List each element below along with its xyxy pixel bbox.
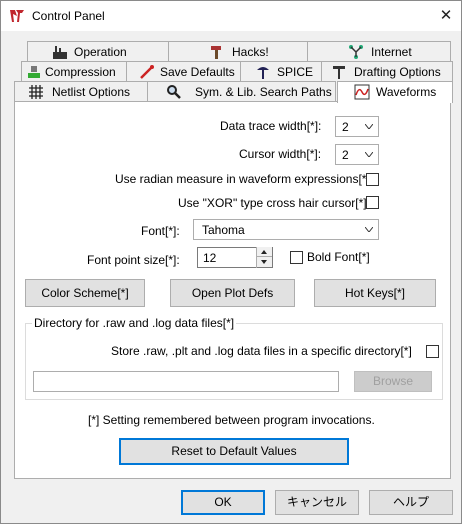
tab-label: Drafting Options: [354, 65, 441, 79]
tab-label: Operation: [74, 45, 127, 59]
font-select[interactable]: Tahoma: [193, 219, 379, 240]
help-button[interactable]: ヘルプ: [369, 490, 453, 515]
arrow-down-icon: [261, 260, 267, 264]
tab-drafting-options[interactable]: Drafting Options: [321, 61, 453, 81]
font-value: Tahoma: [202, 223, 245, 237]
xor-cursor-label: Use "XOR" type cross hair cursor[*]: [178, 196, 367, 210]
tab-spice[interactable]: SPICE: [240, 61, 322, 81]
chevron-down-icon: [365, 227, 373, 232]
spin-down-button[interactable]: [257, 257, 272, 267]
hot-keys-button[interactable]: Hot Keys[*]: [314, 279, 436, 307]
tab-internet[interactable]: Internet: [307, 41, 451, 61]
drafting-t-icon: [333, 66, 345, 79]
font-point-size-stepper[interactable]: 12: [197, 247, 273, 268]
network-icon: [349, 45, 363, 59]
directory-group: Directory for .raw and .log data files[*…: [25, 316, 443, 400]
browse-button[interactable]: Browse: [354, 371, 432, 392]
directory-group-label: Directory for .raw and .log data files[*…: [32, 316, 237, 330]
waveform-icon: [354, 84, 370, 100]
arrow-up-icon: [261, 250, 267, 254]
data-trace-width-select[interactable]: 2: [335, 116, 379, 137]
tab-label: Save Defaults: [160, 65, 235, 79]
spin-buttons: [256, 247, 272, 268]
radian-measure-label: Use radian measure in waveform expressio…: [115, 172, 370, 186]
compression-icon: [28, 66, 40, 78]
open-plot-defs-button[interactable]: Open Plot Defs: [170, 279, 295, 307]
data-trace-width-label: Data trace width[*]:: [220, 119, 322, 133]
color-scheme-button[interactable]: Color Scheme[*]: [25, 279, 145, 307]
ltspice-logo-icon: [10, 10, 24, 22]
reset-defaults-button[interactable]: Reset to Default Values: [119, 438, 349, 465]
control-panel-window: Control Panel ✕ Operation Hacks! Interne…: [0, 0, 462, 524]
tab-label: Netlist Options: [52, 85, 131, 99]
chevron-down-icon: [365, 124, 373, 129]
spice-icon: [257, 67, 269, 79]
cursor-width-label: Cursor width[*]:: [239, 147, 322, 161]
waveforms-panel: Data trace width[*]: 2 Cursor width[*]: …: [14, 101, 451, 479]
chevron-down-icon: [365, 152, 373, 157]
tab-hacks[interactable]: Hacks!: [168, 41, 308, 61]
tab-netlist-options[interactable]: Netlist Options: [14, 81, 148, 101]
cancel-button[interactable]: キャンセル: [275, 490, 359, 515]
radian-measure-checkbox[interactable]: [366, 173, 379, 186]
tab-waveforms[interactable]: Waveforms: [337, 81, 453, 103]
font-label: Font[*]:: [141, 224, 180, 238]
xor-cursor-checkbox[interactable]: [366, 196, 379, 209]
spin-up-button[interactable]: [257, 247, 272, 257]
tab-label: Internet: [371, 45, 412, 59]
window-title: Control Panel: [32, 9, 105, 23]
ok-button[interactable]: OK: [181, 490, 265, 515]
font-point-size-label: Font point size[*]:: [87, 253, 180, 267]
data-trace-width-value: 2: [342, 120, 349, 134]
bold-font-label: Bold Font[*]: [307, 250, 370, 264]
font-point-size-value: 12: [203, 251, 217, 265]
tab-sym-lib-search-paths[interactable]: Sym. & Lib. Search Paths: [147, 81, 336, 101]
bold-font-checkbox[interactable]: [290, 251, 303, 264]
tab-operation[interactable]: Operation: [27, 41, 169, 61]
tab-save-defaults[interactable]: Save Defaults: [126, 61, 241, 81]
tab-label: Compression: [45, 65, 116, 79]
remembered-note: [*] Setting remembered between program i…: [88, 413, 375, 427]
netlist-grid-icon: [29, 85, 43, 99]
cursor-width-select[interactable]: 2: [335, 144, 379, 165]
tab-label: Sym. & Lib. Search Paths: [195, 85, 332, 99]
store-directory-label: Store .raw, .plt and .log data files in …: [111, 344, 412, 358]
probe-icon: [140, 65, 154, 79]
title-bar: Control Panel ✕: [1, 1, 461, 31]
tab-label: Hacks!: [232, 45, 269, 59]
store-directory-checkbox[interactable]: [426, 345, 439, 358]
magnifier-icon: [167, 85, 181, 99]
factory-icon: [53, 46, 67, 59]
tab-label: Waveforms: [376, 85, 437, 99]
hammer-icon: [211, 46, 221, 59]
tab-compression[interactable]: Compression: [21, 61, 127, 81]
tab-label: SPICE: [277, 65, 314, 79]
cursor-width-value: 2: [342, 148, 349, 162]
directory-path-field[interactable]: [33, 371, 339, 392]
close-icon[interactable]: ✕: [431, 1, 461, 31]
